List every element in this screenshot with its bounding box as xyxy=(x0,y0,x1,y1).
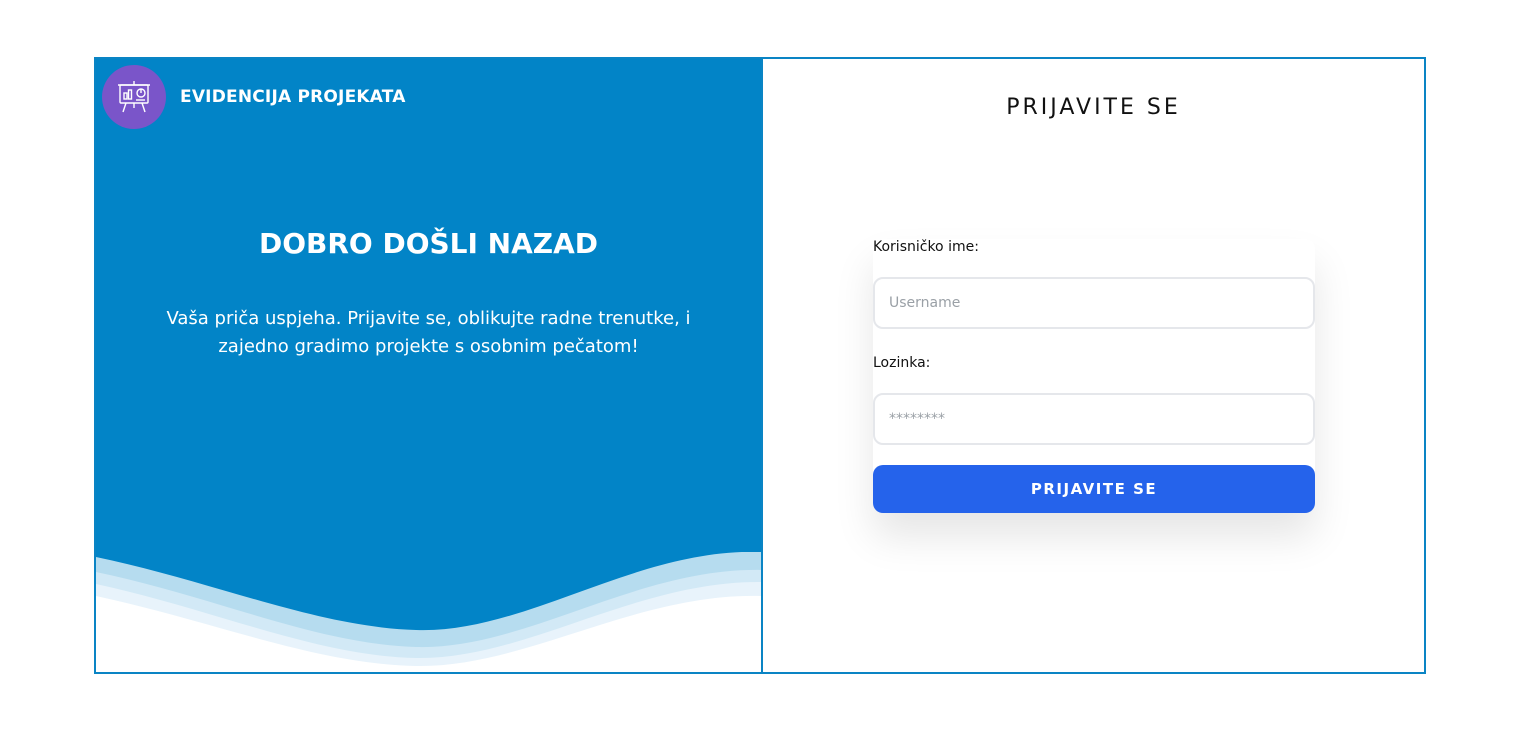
welcome-text: Vaša priča uspjeha. Prijavite se, obliku… xyxy=(166,308,691,357)
brand-name: EVIDENCIJA PROJEKATA xyxy=(180,87,406,107)
welcome-panel: EVIDENCIJA PROJEKATA DOBRO DOŠLI NAZAD V… xyxy=(96,59,763,672)
username-input[interactable] xyxy=(873,277,1315,329)
login-panel: PRIJAVITE SE Korisničko ime: Lozinka: PR… xyxy=(763,59,1424,672)
brand: EVIDENCIJA PROJEKATA xyxy=(102,65,406,129)
presentation-board-icon xyxy=(102,65,166,129)
wave-decoration xyxy=(96,552,761,672)
password-input[interactable] xyxy=(873,393,1315,445)
username-label: Korisničko ime: xyxy=(873,239,979,255)
welcome-title: DOBRO DOŠLI NAZAD xyxy=(258,227,599,260)
login-form: Korisničko ime: Lozinka: PRIJAVITE SE xyxy=(873,239,1315,513)
password-label: Lozinka: xyxy=(873,355,931,371)
login-title: PRIJAVITE SE xyxy=(1006,95,1181,120)
login-button[interactable]: PRIJAVITE SE xyxy=(873,465,1315,513)
login-frame: EVIDENCIJA PROJEKATA DOBRO DOŠLI NAZAD V… xyxy=(94,57,1426,674)
